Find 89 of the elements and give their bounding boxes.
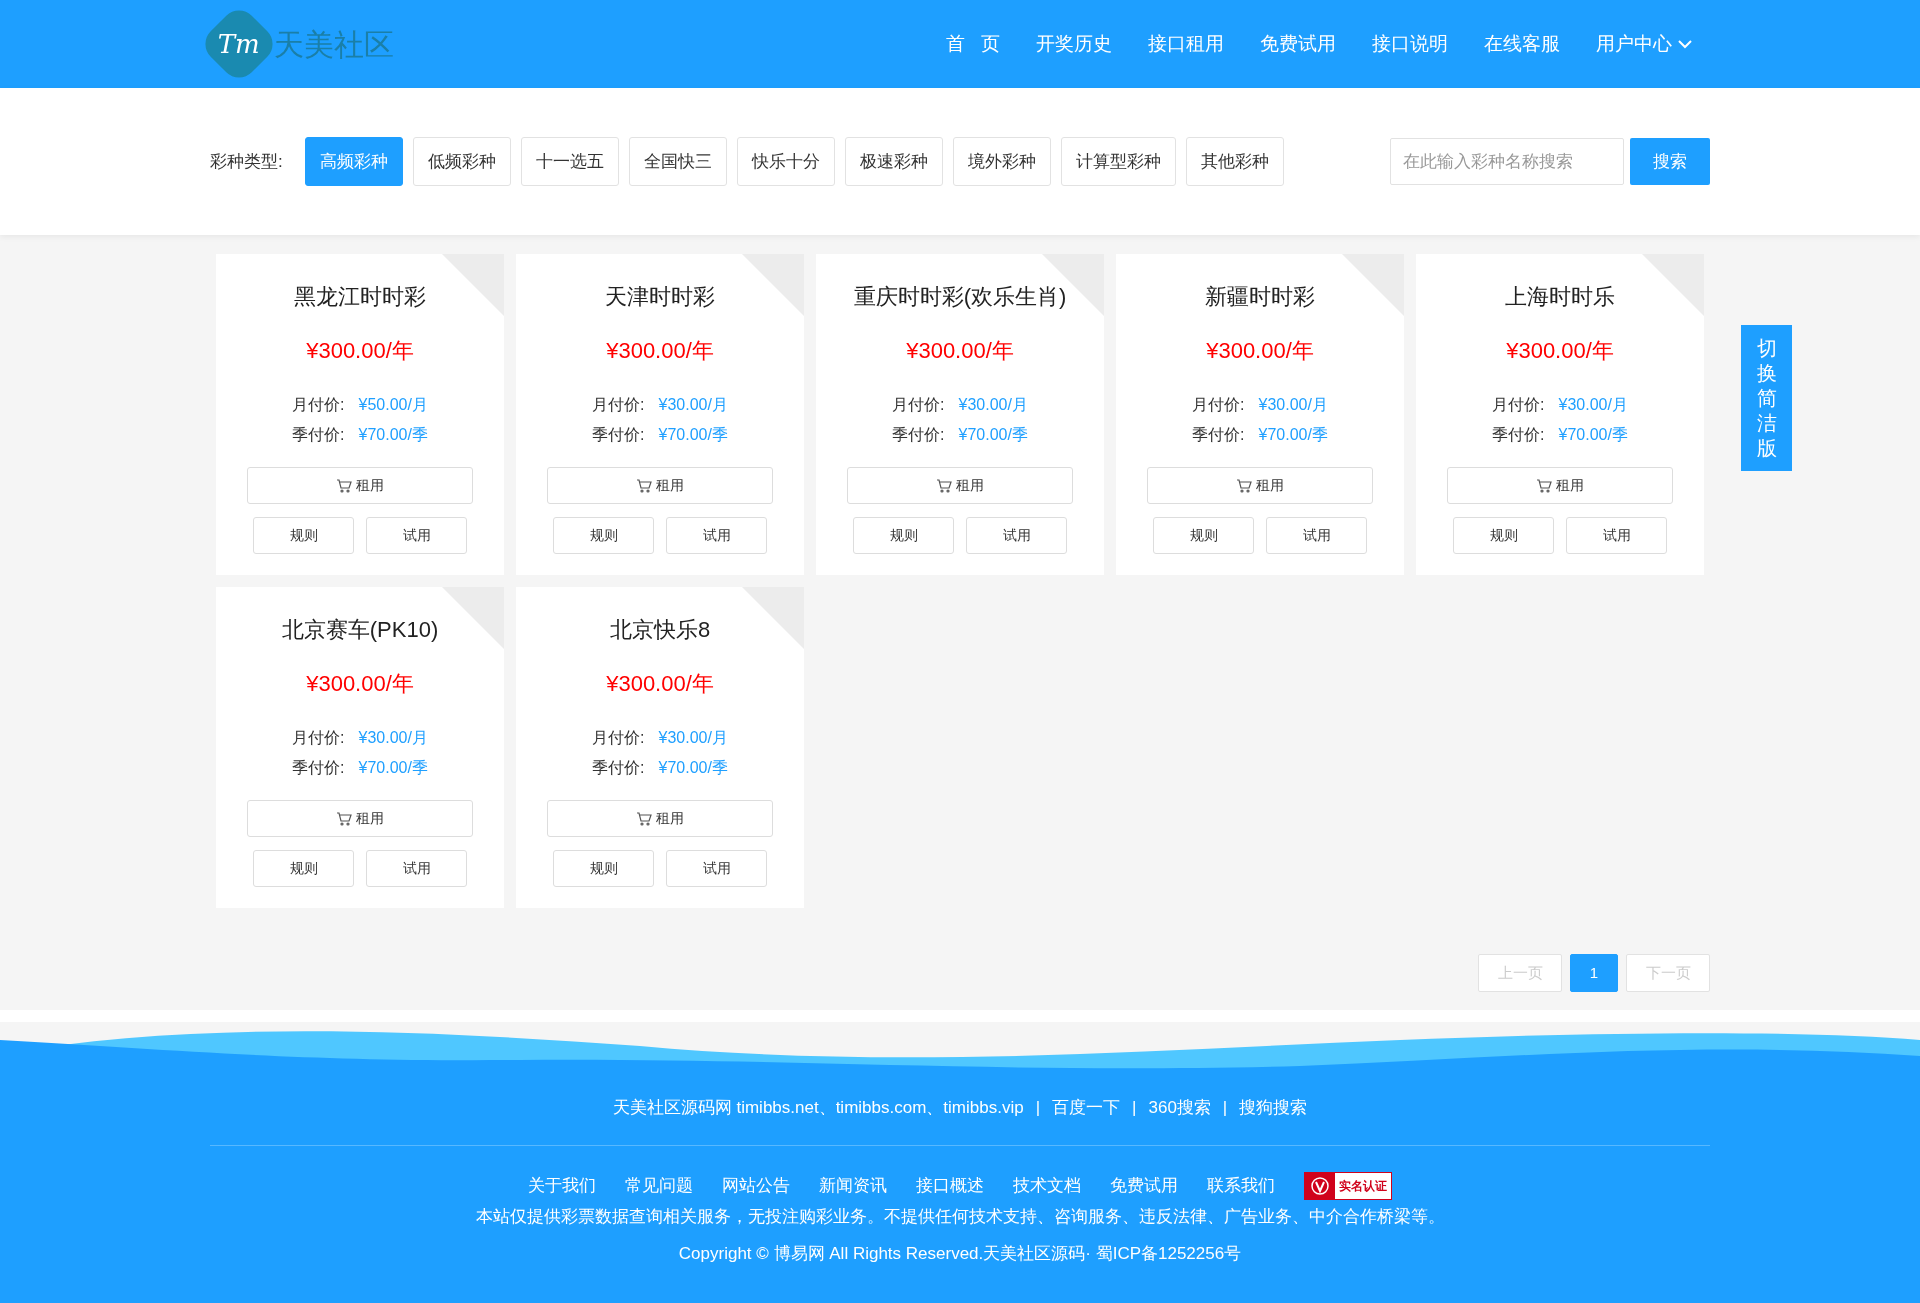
badge-text: 实名认证: [1339, 1177, 1387, 1195]
price-label: 月付价:: [292, 728, 345, 748]
trial-button[interactable]: 试用: [366, 517, 467, 554]
rent-button[interactable]: 租用: [547, 467, 773, 504]
monthly-price: ¥30.00/月: [1258, 395, 1328, 415]
price-label: 月付价:: [292, 395, 345, 415]
category-tab[interactable]: 其他彩种: [1185, 137, 1284, 186]
price-label: 月付价:: [592, 728, 645, 748]
price-label: 季付价:: [292, 425, 345, 445]
price-label: 月付价:: [592, 395, 645, 415]
yearly-price: ¥300.00/年: [306, 337, 414, 365]
monthly-price: ¥30.00/月: [958, 395, 1028, 415]
card-title: 北京赛车(PK10): [281, 616, 439, 644]
filter-label: 彩种类型:: [210, 150, 283, 173]
v-logo-icon: [1310, 1175, 1330, 1196]
card-title: 上海时时乐: [1505, 283, 1615, 311]
yearly-price: ¥300.00/年: [1506, 337, 1614, 365]
yearly-price: ¥300.00/年: [306, 670, 414, 698]
cart-icon: [1236, 478, 1252, 493]
quarterly-price: ¥70.00/季: [358, 758, 428, 778]
quarterly-price: ¥70.00/季: [658, 758, 728, 778]
category-tab[interactable]: 全国快三: [628, 137, 727, 186]
category-tab[interactable]: 快乐十分: [736, 137, 835, 186]
quarterly-price: ¥70.00/季: [958, 425, 1028, 445]
rent-button[interactable]: 租用: [1147, 467, 1373, 504]
rules-button[interactable]: 规则: [253, 517, 354, 554]
trial-button[interactable]: 试用: [1266, 517, 1367, 554]
price-label: 季付价:: [592, 758, 645, 778]
separator: |: [1035, 1097, 1041, 1119]
price-label: 季付价:: [592, 425, 645, 445]
monthly-price: ¥30.00/月: [1558, 395, 1628, 415]
cart-icon: [1536, 478, 1552, 493]
yearly-price: ¥300.00/年: [606, 670, 714, 698]
rules-button[interactable]: 规则: [1453, 517, 1554, 554]
rules-button[interactable]: 规则: [853, 517, 954, 554]
quarterly-price: ¥70.00/季: [358, 425, 428, 445]
copyright-text: Copyright © 博易网 All Rights Reserved.天美社区源码· 蜀ICP备1252256号: [678, 1243, 1242, 1265]
quarterly-price: ¥70.00/季: [1558, 425, 1628, 445]
rent-button[interactable]: 租用: [1447, 467, 1673, 504]
card-title: 新疆时时彩: [1205, 283, 1315, 311]
rules-button[interactable]: 规则: [553, 517, 654, 554]
trial-button[interactable]: 试用: [366, 850, 467, 887]
monthly-price: ¥30.00/月: [358, 728, 428, 748]
yearly-price: ¥300.00/年: [906, 337, 1014, 365]
monthly-price: ¥30.00/月: [658, 395, 728, 415]
quarterly-price: ¥70.00/季: [1258, 425, 1328, 445]
rules-button[interactable]: 规则: [553, 850, 654, 887]
trial-button[interactable]: 试用: [666, 850, 767, 887]
category-tab[interactable]: 低频彩种: [412, 137, 511, 186]
category-tab[interactable]: 十一选五: [520, 137, 619, 186]
card-title: 黑龙江时时彩: [294, 283, 426, 311]
price-label: 月付价:: [892, 395, 945, 415]
price-label: 季付价:: [892, 425, 945, 445]
price-label: 季付价:: [292, 758, 345, 778]
cart-icon: [336, 811, 352, 826]
trial-button[interactable]: 试用: [666, 517, 767, 554]
trial-button[interactable]: 试用: [1566, 517, 1667, 554]
cart-icon: [636, 811, 652, 826]
card-title: 天津时时彩: [605, 283, 715, 311]
yearly-price: ¥300.00/年: [1206, 337, 1314, 365]
category-tab[interactable]: 境外彩种: [952, 137, 1051, 186]
quarterly-price: ¥70.00/季: [658, 425, 728, 445]
card-title: 北京快乐8: [609, 616, 711, 644]
rent-button[interactable]: 租用: [247, 467, 473, 504]
rules-button[interactable]: 规则: [1153, 517, 1254, 554]
cart-icon: [636, 478, 652, 493]
cart-icon: [936, 478, 952, 493]
card-title: 重庆时时彩(欢乐生肖): [853, 283, 1067, 311]
rent-button[interactable]: 租用: [247, 800, 473, 837]
site-domains-text: 天美社区源码网 timibbs.net、timibbs.com、timibbs.vip: [612, 1097, 1024, 1119]
search-field[interactable]: 在此输入彩种名称搜索: [1390, 138, 1624, 185]
rules-button[interactable]: 规则: [253, 850, 354, 887]
cart-icon: [336, 478, 352, 493]
category-tab[interactable]: 极速彩种: [844, 137, 943, 186]
monthly-price: ¥30.00/月: [658, 728, 728, 748]
rent-button[interactable]: 租用: [847, 467, 1073, 504]
price-label: 季付价:: [1192, 425, 1245, 445]
monthly-price: ¥50.00/月: [358, 395, 428, 415]
disclaimer-text: 本站仅提供彩票数据查询相关服务，无投注购彩业务。不提供任何技术支持、咨询服务、违反法律、广告业务、中介合作桥梁等。: [475, 1205, 1445, 1228]
price-label: 季付价:: [1492, 425, 1545, 445]
rent-button[interactable]: 租用: [547, 800, 773, 837]
category-tab[interactable]: 计算型彩种: [1060, 137, 1176, 186]
trial-button[interactable]: 试用: [966, 517, 1067, 554]
yearly-price: ¥300.00/年: [606, 337, 714, 365]
separator: |: [1222, 1097, 1228, 1119]
price-label: 月付价:: [1192, 395, 1245, 415]
chevron-down-icon: [1678, 39, 1692, 49]
price-label: 月付价:: [1492, 395, 1545, 415]
separator: |: [1132, 1097, 1137, 1119]
